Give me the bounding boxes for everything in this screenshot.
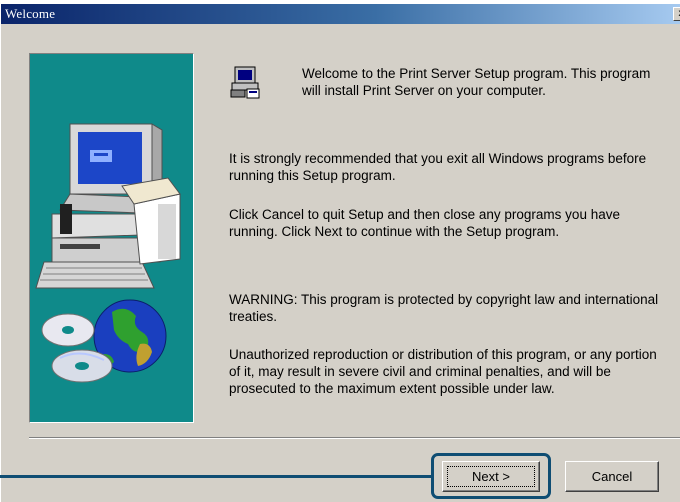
cancel-button[interactable]: Cancel	[565, 461, 659, 492]
window-title: Welcome	[5, 6, 56, 21]
callout-pointer-line	[0, 475, 431, 478]
unauthorized-reproduction-notice: Unauthorized reproduction or distributio…	[229, 347, 657, 396]
welcome-message: Welcome to the Print Server Setup progra…	[302, 66, 651, 98]
close-button[interactable]: x	[673, 7, 680, 21]
next-button[interactable]: Next >	[442, 461, 540, 492]
computer-cd-globe-icon	[35, 123, 181, 383]
setup-illustration-panel	[29, 53, 194, 423]
cancel-next-instructions: Click Cancel to quit Setup and then clos…	[229, 207, 620, 239]
title-bar[interactable]: Welcome x	[1, 4, 680, 24]
setup-computer-icon	[229, 65, 263, 99]
copyright-warning: WARNING: This program is protected by co…	[229, 292, 659, 324]
button-separator	[29, 437, 680, 439]
exit-programs-note: It is strongly recommended that you exit…	[229, 151, 647, 183]
next-button-label: Next >	[472, 469, 510, 484]
